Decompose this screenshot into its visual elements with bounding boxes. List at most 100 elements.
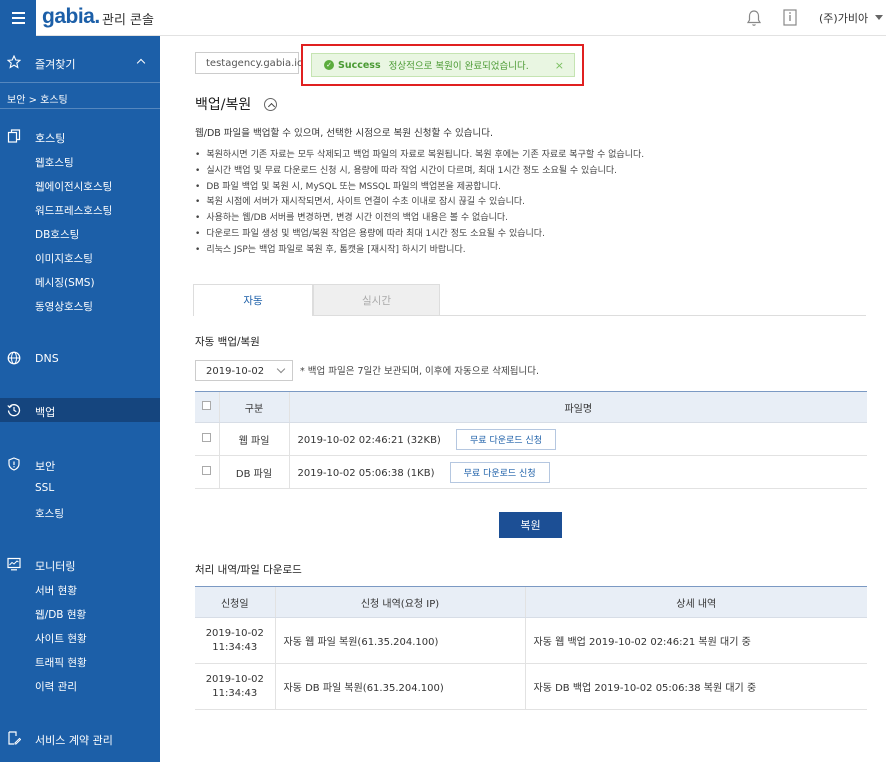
chevron-down-icon[interactable] <box>875 15 883 20</box>
chevron-up-circle-icon[interactable] <box>264 98 277 111</box>
top-bar: gabia. 관리 콘솔 (주)가비아 <box>0 0 886 36</box>
sidebar-active-highlight <box>0 398 160 422</box>
restore-button[interactable]: 복원 <box>499 512 562 538</box>
column-header-filename: 파일명 <box>288 391 867 423</box>
menu-icon[interactable] <box>0 0 36 36</box>
sidebar-group-monitoring[interactable]: 모니터링 <box>35 558 75 574</box>
sidebar-divider <box>0 82 160 83</box>
page-description: 웹/DB 파일을 백업할 수 있으며, 선택한 시점으로 복원 신청할 수 있습… <box>195 128 493 139</box>
backup-file-label: 2019-10-02 05:06:38 (1KB) <box>297 467 435 479</box>
copy-icon <box>7 129 21 143</box>
notice-item: 복원 시점에 서버가 재시작되면서, 사이트 연결이 수초 이내로 잠시 끊길 … <box>195 194 644 210</box>
column-header-type: 구분 <box>218 391 289 423</box>
history-table: 신청일 신청 내역(요청 IP) 상세 내역 2019-10-02 11:34:… <box>195 586 867 710</box>
table-row: DB 파일 2019-10-02 05:06:38 (1KB) 무료 다운로드 … <box>195 455 867 489</box>
info-icon[interactable] <box>783 9 797 26</box>
success-alert: ✓ Success 정상적으로 복원이 완료되었습니다. × <box>311 53 575 77</box>
sidebar-breadcrumb: 보안 > 호스팅 <box>7 95 68 106</box>
page-title: 백업/복원 <box>195 97 252 113</box>
sidebar-item-traffic-status[interactable]: 트래픽 현황 <box>35 655 87 670</box>
sidebar-item-webdb-status[interactable]: 웹/DB 현황 <box>35 607 86 622</box>
notice-item: 다운로드 파일 생성 및 백업/복원 작업은 용량에 따라 최대 1시간 정도 … <box>195 226 644 242</box>
select-all-cell <box>195 391 219 423</box>
main-content: testagency.gabia.io ✓ Success 정상적으로 복원이 … <box>160 36 886 762</box>
free-download-button[interactable]: 무료 다운로드 신청 <box>449 461 550 483</box>
column-header-date: 신청일 <box>195 586 275 618</box>
request-date: 2019-10-02 <box>205 627 264 639</box>
date-note: * 백업 파일은 7일간 보관되며, 이후에 자동으로 삭제됩니다. <box>300 366 539 377</box>
sidebar-item-security-hosting[interactable]: 호스팅 <box>35 506 64 521</box>
alert-title: Success <box>338 59 381 71</box>
type-cell: 웹 파일 <box>218 422 289 456</box>
table-header-row: 신청일 신청 내역(요청 IP) 상세 내역 <box>195 586 867 618</box>
notice-list: 복원하시면 기존 자료는 모두 삭제되고 백업 파일의 자료로 복원됩니다. 복… <box>195 147 644 258</box>
type-cell: DB 파일 <box>218 455 289 489</box>
notice-item: DB 파일 백업 및 복원 시, MySQL 또는 MSSQL 파일의 백업본을… <box>195 179 644 195</box>
domain-selector[interactable]: testagency.gabia.io <box>195 52 303 74</box>
sidebar-group-security[interactable]: 보안 <box>35 458 55 474</box>
table-row: 웹 파일 2019-10-02 02:46:21 (32KB) 무료 다운로드 … <box>195 422 867 456</box>
sidebar-group-dns[interactable]: DNS <box>35 352 59 365</box>
tab-underline <box>440 315 866 316</box>
request-date: 2019-10-02 <box>205 673 264 685</box>
sidebar: 즐겨찾기 보안 > 호스팅 호스팅 웹호스팅 웹에이전시호스팅 워드프레스호스팅… <box>0 36 160 762</box>
request-cell: 자동 웹 파일 복원(61.35.204.100) <box>274 617 525 664</box>
column-header-detail: 상세 내역 <box>524 586 867 618</box>
globe-icon <box>7 351 21 365</box>
row-select-cell <box>195 455 219 489</box>
notice-item: 리눅스 JSP는 백업 파일로 복원 후, 톰캣을 [재시작] 하시기 바랍니다… <box>195 242 644 258</box>
sidebar-group-backup[interactable]: 백업 <box>35 404 55 420</box>
auto-section-title: 자동 백업/복원 <box>195 336 260 348</box>
tab-realtime[interactable]: 실시간 <box>313 284 440 316</box>
gabia-logo[interactable]: gabia. <box>42 5 100 29</box>
history-section-title: 처리 내역/파일 다운로드 <box>195 564 302 576</box>
bell-icon[interactable] <box>746 9 762 27</box>
date-cell: 2019-10-02 11:34:43 <box>195 617 275 664</box>
sidebar-item-site-status[interactable]: 사이트 현황 <box>35 631 87 646</box>
row-checkbox[interactable] <box>202 466 212 475</box>
sidebar-item-db-hosting[interactable]: DB호스팅 <box>35 227 79 242</box>
contract-icon <box>8 731 21 745</box>
table-row: 2019-10-02 11:34:43 자동 DB 파일 복원(61.35.20… <box>195 663 867 710</box>
sidebar-item-video-hosting[interactable]: 동영상호스팅 <box>35 299 93 314</box>
backup-table: 구분 파일명 웹 파일 2019-10-02 02:46:21 (32KB) 무… <box>195 391 867 489</box>
sidebar-item-history[interactable]: 이력 관리 <box>35 679 77 694</box>
check-circle-icon: ✓ <box>324 60 334 70</box>
column-header-request: 신청 내역(요청 IP) <box>274 586 525 618</box>
detail-cell: 자동 DB 백업 2019-10-02 05:06:38 복원 대기 중 <box>524 663 867 710</box>
sidebar-item-wordpress-hosting[interactable]: 워드프레스호스팅 <box>35 203 112 218</box>
filename-cell: 2019-10-02 05:06:38 (1KB) 무료 다운로드 신청 <box>288 455 867 489</box>
sidebar-divider <box>0 108 160 109</box>
backup-file-label: 2019-10-02 02:46:21 (32KB) <box>297 434 441 446</box>
shield-icon <box>8 457 20 471</box>
sidebar-item-server-status[interactable]: 서버 현황 <box>35 583 77 598</box>
notice-item: 사용하는 웹/DB 서버를 변경하면, 변경 시간 이전의 백업 내용은 볼 수… <box>195 210 644 226</box>
sidebar-group-contract[interactable]: 서비스 계약 관리 <box>35 732 113 748</box>
sidebar-item-sms[interactable]: 메시징(SMS) <box>35 275 95 290</box>
tab-auto[interactable]: 자동 <box>193 284 313 316</box>
sidebar-item-web-hosting[interactable]: 웹호스팅 <box>35 155 74 170</box>
free-download-button[interactable]: 무료 다운로드 신청 <box>456 428 556 450</box>
chevron-up-icon[interactable] <box>136 58 146 68</box>
backup-date-select[interactable]: 2019-10-02 <box>195 360 293 381</box>
notice-item: 복원하시면 기존 자료는 모두 삭제되고 백업 파일의 자료로 복원됩니다. 복… <box>195 147 644 163</box>
request-time: 11:34:43 <box>212 641 258 653</box>
alert-message: 정상적으로 복원이 완료되었습니다. <box>388 61 529 72</box>
table-row: 2019-10-02 11:34:43 자동 웹 파일 복원(61.35.204… <box>195 617 867 664</box>
star-icon[interactable] <box>7 55 21 69</box>
sidebar-item-web-agency-hosting[interactable]: 웹에이전시호스팅 <box>35 179 112 194</box>
notice-item: 실시간 백업 및 무료 다운로드 신청 시, 용량에 따라 작업 시간이 다르며… <box>195 163 644 179</box>
user-name[interactable]: (주)가비아 <box>819 10 868 26</box>
console-title: 관리 콘솔 <box>102 13 154 28</box>
row-checkbox[interactable] <box>202 433 212 442</box>
sidebar-item-ssl[interactable]: SSL <box>35 482 54 494</box>
filename-cell: 2019-10-02 02:46:21 (32KB) 무료 다운로드 신청 <box>288 422 867 456</box>
select-all-checkbox[interactable] <box>202 401 212 410</box>
close-icon[interactable]: × <box>555 59 564 72</box>
history-icon <box>7 404 21 417</box>
sidebar-favorites[interactable]: 즐겨찾기 <box>35 56 75 72</box>
sidebar-group-hosting[interactable]: 호스팅 <box>35 130 65 146</box>
sidebar-item-image-hosting[interactable]: 이미지호스팅 <box>35 251 93 266</box>
date-cell: 2019-10-02 11:34:43 <box>195 663 275 710</box>
table-header-row: 구분 파일명 <box>195 391 867 423</box>
